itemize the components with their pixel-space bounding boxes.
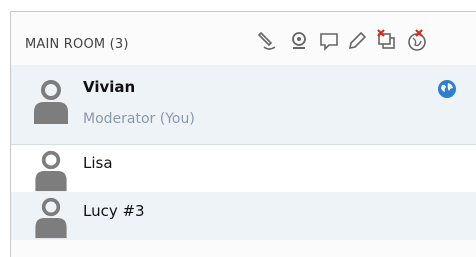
room-title: MAIN ROOM (3) xyxy=(25,37,129,52)
draw-tool-icon[interactable] xyxy=(255,26,279,54)
user-name: Vivian xyxy=(83,78,136,96)
chat-icon[interactable] xyxy=(317,26,341,54)
screen-share-icon[interactable] xyxy=(375,26,399,54)
user-role: Moderator (You) xyxy=(83,111,195,127)
avatar-icon xyxy=(31,196,71,239)
user-name: Lisa xyxy=(83,154,113,172)
user-list-panel: MAIN ROOM (3) Vivian Moderator (You) Lis… xyxy=(10,11,476,257)
room-header: MAIN ROOM (3) xyxy=(11,12,476,65)
user-row-vivian[interactable]: Vivian Moderator (You) xyxy=(11,65,476,145)
globe-permission-icon[interactable] xyxy=(405,26,429,54)
room-toolbar xyxy=(255,26,475,56)
globe-icon xyxy=(437,79,457,99)
pencil-icon[interactable] xyxy=(345,26,369,54)
webcam-icon[interactable] xyxy=(287,26,311,54)
user-row-lisa[interactable]: Lisa xyxy=(11,146,476,192)
user-name: Lucy #3 xyxy=(83,202,145,220)
avatar-icon xyxy=(31,78,71,124)
user-row-lucy[interactable]: Lucy #3 xyxy=(11,192,476,240)
avatar-icon xyxy=(31,149,71,192)
